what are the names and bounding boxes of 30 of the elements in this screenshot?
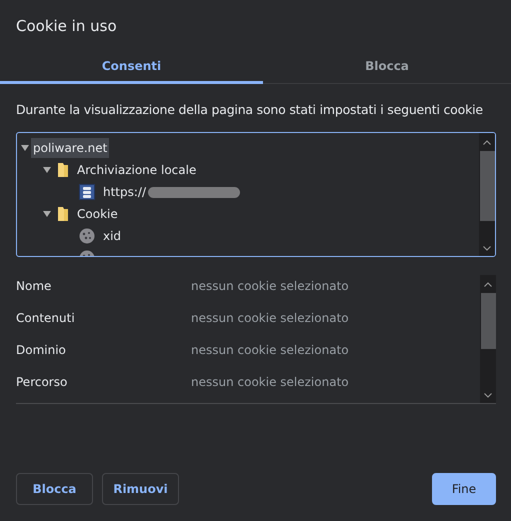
- field-value: nessun cookie selezionato: [191, 279, 349, 295]
- action-button[interactable]: Blocca: [16, 473, 93, 505]
- action-button[interactable]: Fine: [432, 473, 496, 505]
- window-title: Cookie in uso: [15, 16, 118, 37]
- folder-icon: [57, 206, 69, 222]
- tree-item[interactable]: xid: [101, 226, 124, 246]
- scroll-up-icon: [484, 282, 492, 287]
- field-label: Percorso: [16, 375, 68, 391]
- folder-icon: [57, 162, 69, 178]
- scroll-down-icon: [484, 393, 492, 398]
- field-value: nessun cookie selezionato: [191, 375, 349, 391]
- tree-item[interactable]: https://: [101, 182, 148, 202]
- cookie-icon: [79, 228, 95, 244]
- description-text: Durante la visualizzazione della pagina sono stati impostati i seguenti cookie: [15, 101, 484, 117]
- field-label: Contenuti: [16, 311, 76, 327]
- field-value: nessun cookie selezionato: [191, 343, 349, 359]
- scrollbar-thumb[interactable]: [480, 151, 494, 221]
- scrollbar-thumb[interactable]: [480, 293, 496, 349]
- scroll-up-icon: [483, 140, 491, 145]
- field-label: Nome: [16, 279, 52, 295]
- field-label: Dominio: [16, 343, 67, 359]
- tree-item[interactable]: Cookie: [75, 204, 120, 224]
- tab[interactable]: Consenti: [0, 53, 263, 84]
- database-icon: [79, 184, 95, 200]
- tab[interactable]: Blocca: [263, 53, 511, 84]
- action-button[interactable]: Rimuovi: [102, 473, 179, 505]
- tree-item[interactable]: poliware.net: [31, 138, 110, 158]
- field-value: nessun cookie selezionato: [191, 311, 349, 327]
- tree-item[interactable]: Archiviazione locale: [75, 160, 198, 180]
- scroll-down-icon: [483, 246, 491, 251]
